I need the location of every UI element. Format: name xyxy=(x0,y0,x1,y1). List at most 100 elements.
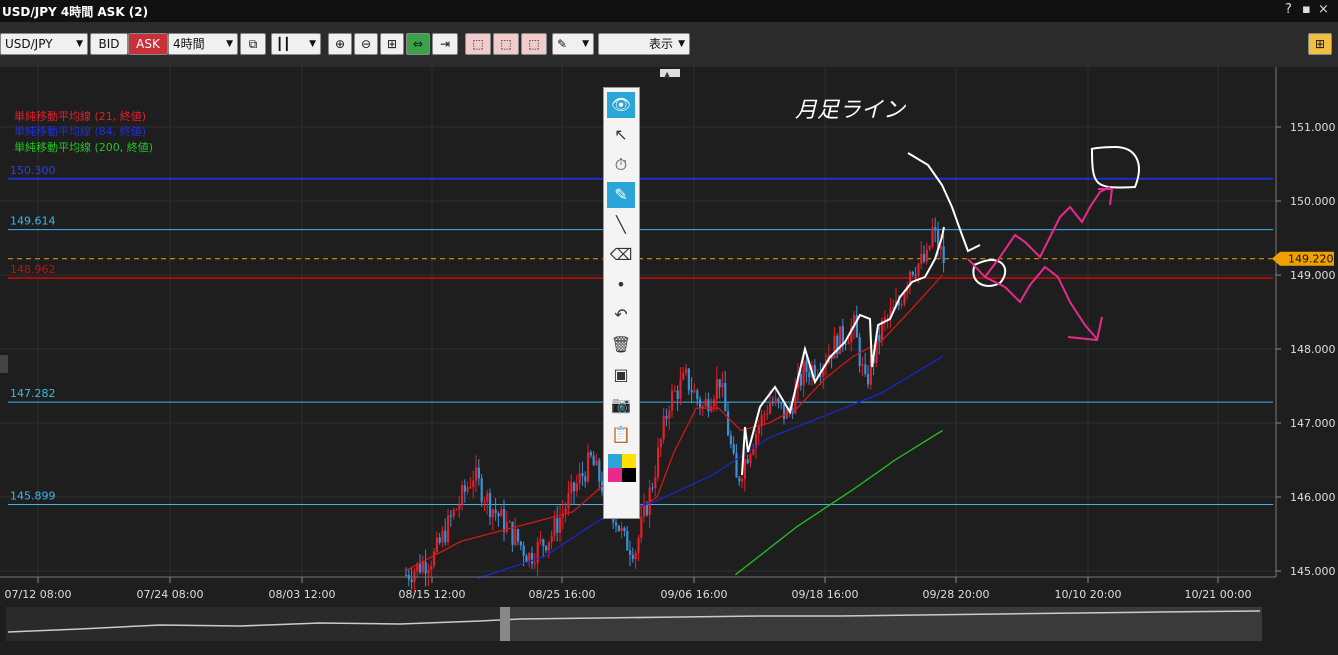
help-button[interactable]: ? xyxy=(1285,2,1292,17)
candle-body xyxy=(483,501,486,503)
candle-body xyxy=(743,459,746,479)
candle-body xyxy=(925,249,928,262)
collapse-arrow-icon: ▲ xyxy=(664,70,671,79)
fit-button[interactable]: ⊞ xyxy=(380,33,404,55)
candle-body xyxy=(668,410,671,419)
grid-settings-icon: ⊞ xyxy=(1314,37,1326,51)
pen-tool-select[interactable]: ✎ ▼ xyxy=(552,33,594,55)
remove-indicator-button[interactable]: ⬚ xyxy=(521,33,547,55)
candle-body xyxy=(900,304,903,306)
dot-icon[interactable]: • xyxy=(607,272,635,298)
export-icon: ⇥ xyxy=(439,37,451,51)
trash-icon[interactable]: 🗑 xyxy=(607,332,635,358)
side-handle[interactable] xyxy=(0,355,8,373)
horizontal-line-label: 150.300 xyxy=(10,164,56,177)
chart-area[interactable]: 150.300 149.614 148.962 147.282 145.899 単純移動… xyxy=(0,67,1338,651)
horizontal-line-label: 149.614 xyxy=(10,215,56,228)
chevron-down-icon: ▼ xyxy=(678,39,685,49)
candle-body xyxy=(657,447,660,478)
candle-body xyxy=(542,539,545,546)
zoom-in-icon: ⊕ xyxy=(334,37,346,51)
eraser-selected-icon[interactable]: ✎ xyxy=(607,182,635,208)
candle-body xyxy=(497,512,500,517)
candle-icon: ┃┃ xyxy=(276,37,291,51)
export-button[interactable]: ⇥ xyxy=(432,33,458,55)
current-price-marker: 149.220 xyxy=(1272,251,1334,266)
navigator-past-region xyxy=(6,607,504,641)
ask-button[interactable]: ASK xyxy=(128,33,168,55)
candle-body xyxy=(475,467,478,481)
eye-icon[interactable]: 👁 xyxy=(607,92,635,118)
candle-body xyxy=(570,482,573,494)
candle-body xyxy=(480,478,483,502)
candle-body xyxy=(433,551,436,567)
navigator-handle[interactable] xyxy=(500,607,510,641)
edit-chart-icon: ⬚ xyxy=(500,37,512,51)
add-indicator-button[interactable]: ⬚ xyxy=(465,33,491,55)
candle-body xyxy=(556,517,559,533)
candle-body xyxy=(923,253,926,262)
candle-body xyxy=(550,535,553,542)
handwritten-annotation: 月足ライン xyxy=(795,98,907,123)
zoom-out-button[interactable]: ⊖ xyxy=(354,33,378,55)
candle-body xyxy=(774,398,777,404)
candle-body xyxy=(928,245,931,250)
candle-body xyxy=(671,390,674,411)
candle-body xyxy=(903,292,906,305)
candle-body xyxy=(564,508,567,513)
candle-body xyxy=(757,426,760,434)
chevron-down-icon: ▼ xyxy=(309,39,316,49)
timeframe-select[interactable]: 4時間 ▼ xyxy=(168,33,238,55)
symbol-select[interactable]: USD/JPY ▼ xyxy=(0,33,88,55)
zoom-in-button[interactable]: ⊕ xyxy=(328,33,352,55)
time-tick-label: 07/12 08:00 xyxy=(5,588,72,601)
candle-body xyxy=(410,579,413,582)
price-tick-label: 146.000 xyxy=(1290,491,1336,504)
camera-icon[interactable]: 📷 xyxy=(607,392,635,418)
candle-body xyxy=(931,227,934,246)
candle-body xyxy=(883,317,886,321)
candle-body xyxy=(651,487,654,489)
candle-body xyxy=(685,368,688,373)
candle-body xyxy=(592,455,595,466)
price-chart[interactable]: 150.300 149.614 148.962 147.282 145.899 単純移動… xyxy=(0,67,1338,651)
projector-icon[interactable]: ▣ xyxy=(607,362,635,388)
minimize-button[interactable]: ▪ xyxy=(1302,2,1311,17)
candle-body xyxy=(511,521,514,545)
candle-body xyxy=(839,326,842,355)
legend-sma200: 単純移動平均線 (200, 終値) xyxy=(14,140,153,154)
candle-body xyxy=(469,487,472,489)
price-tick-label: 150.000 xyxy=(1290,195,1336,208)
scroll-button[interactable]: ⇔ xyxy=(406,33,430,55)
candle-body xyxy=(637,537,640,553)
candle-body xyxy=(802,360,805,386)
candle-body xyxy=(704,399,707,407)
chevron-down-icon: ▼ xyxy=(226,39,233,49)
close-button[interactable]: × xyxy=(1318,2,1329,17)
undo-icon[interactable]: ↶ xyxy=(607,302,635,328)
stopwatch-icon[interactable]: ⏱ xyxy=(607,152,635,178)
candle-body xyxy=(477,467,480,479)
candle-body xyxy=(749,454,752,464)
candle-body xyxy=(847,342,850,345)
candle-body xyxy=(547,541,550,551)
candle-body xyxy=(514,529,517,545)
clipboard-icon[interactable]: 📋 xyxy=(607,422,635,448)
candle-body xyxy=(438,537,441,543)
bid-button[interactable]: BID xyxy=(90,33,128,55)
edit-indicator-button[interactable]: ⬚ xyxy=(493,33,519,55)
candle-body xyxy=(545,545,548,551)
chart-type-select[interactable]: ┃┃ ▼ xyxy=(271,33,321,55)
settings-button[interactable]: ⊞ xyxy=(1308,33,1332,55)
candle-body xyxy=(441,530,444,543)
link-button[interactable]: ⧉ xyxy=(240,33,266,55)
candle-body xyxy=(878,334,881,342)
pointer-icon[interactable]: ↖ xyxy=(607,122,635,148)
line-icon[interactable]: ╲ xyxy=(607,212,635,238)
candle-body xyxy=(536,541,539,564)
eraser-icon[interactable]: ⌫ xyxy=(607,242,635,268)
color-palette-icon[interactable] xyxy=(608,454,636,482)
display-select[interactable]: 表示 ▼ xyxy=(598,33,690,55)
candle-body xyxy=(617,525,620,531)
candle-body xyxy=(699,399,702,409)
